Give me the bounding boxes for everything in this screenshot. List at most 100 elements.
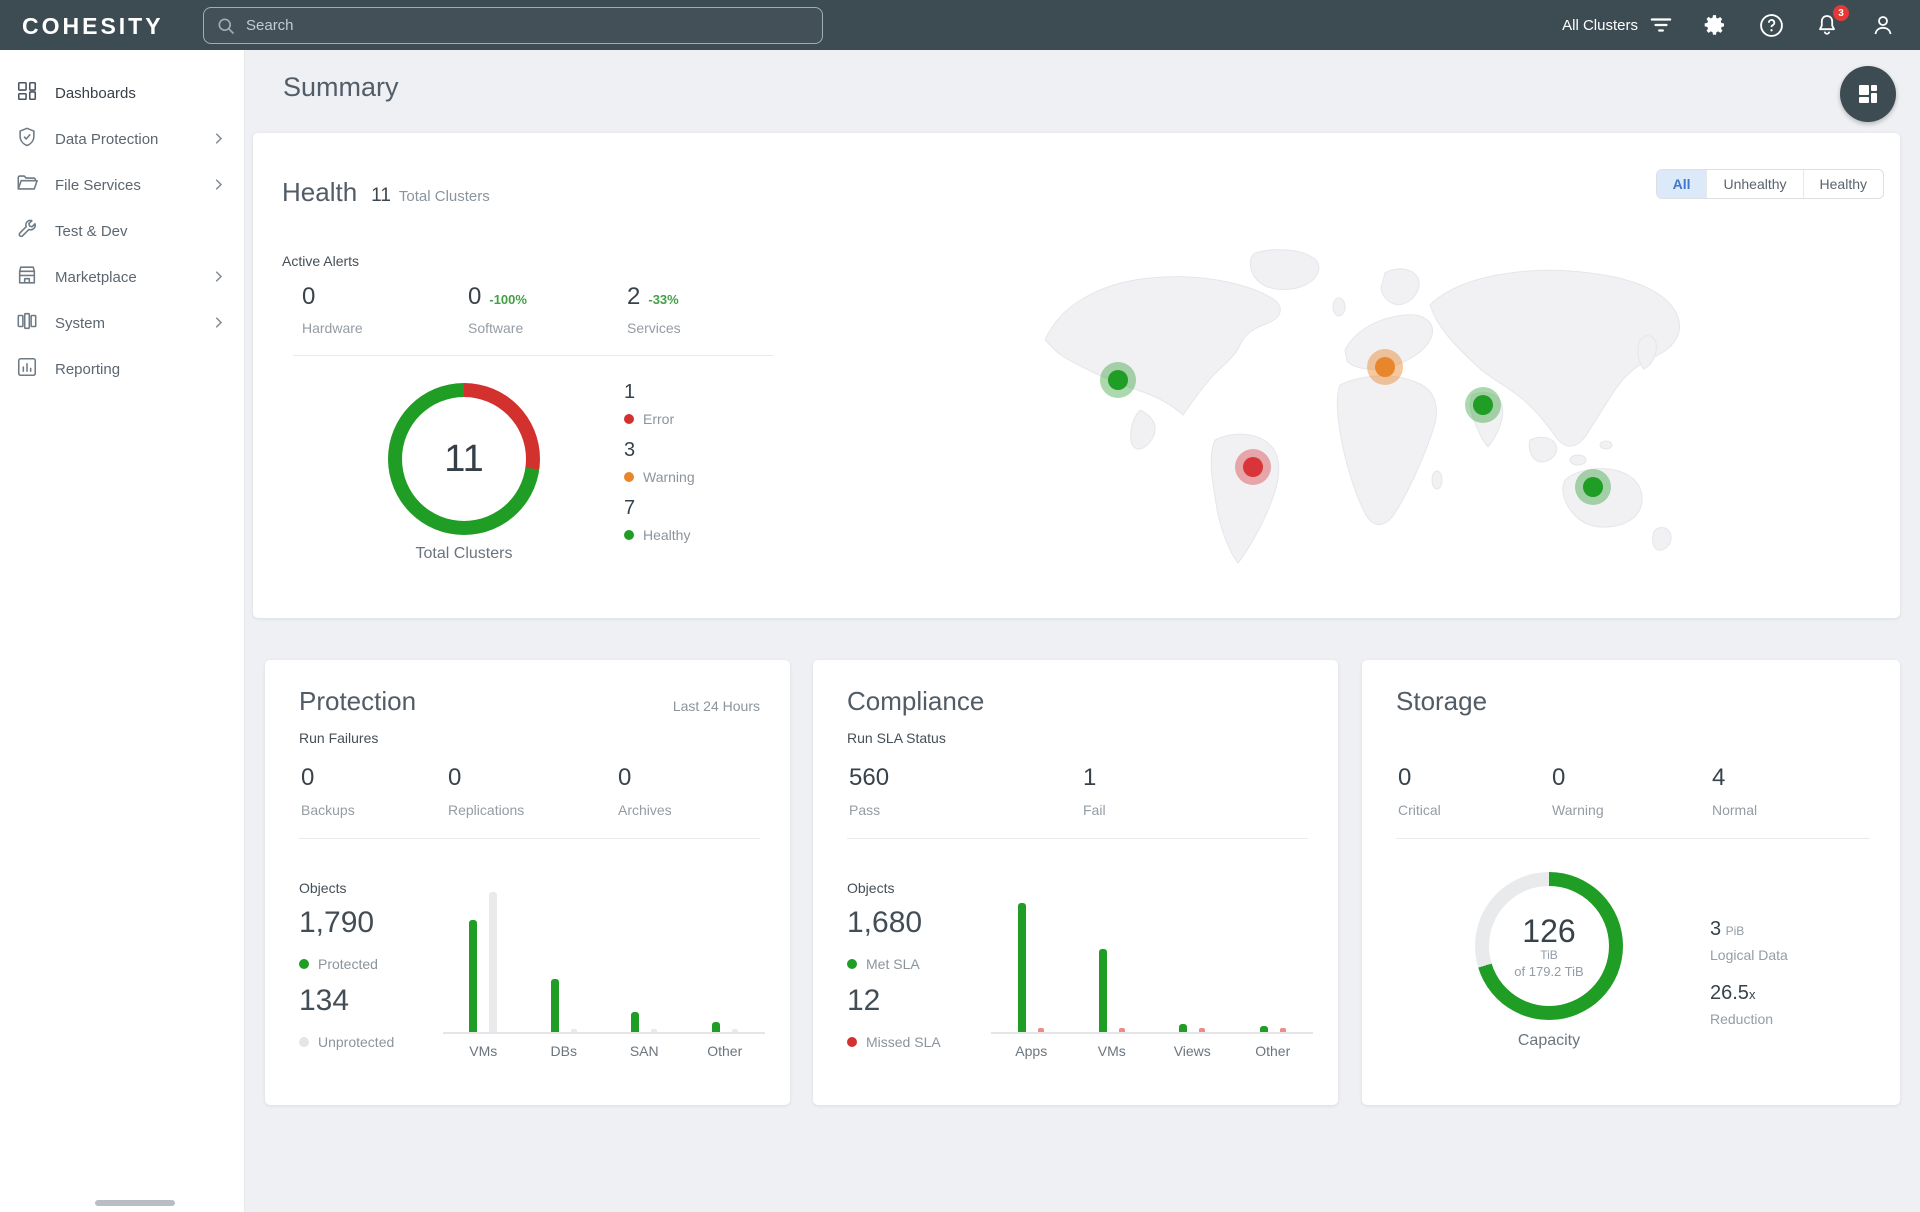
search-input[interactable] (246, 17, 766, 34)
missed-sla-bar (1199, 1028, 1205, 1032)
dashboard-layout-button[interactable] (1840, 66, 1896, 122)
run-failures-label: Run Failures (299, 730, 378, 746)
bar-chart-icon (16, 356, 38, 382)
help-icon[interactable] (1758, 12, 1784, 38)
met-sla-bar (1260, 1026, 1268, 1032)
notifications-bell-icon[interactable]: 3 (1814, 12, 1840, 38)
bar-group-apps (999, 892, 1063, 1032)
x-label-other: Other (693, 1043, 757, 1059)
sidebar-item-data-protection[interactable]: Data Protection (0, 116, 244, 162)
dashboards-icon (16, 80, 38, 106)
storage-card: Storage 0 Critical 0 Warning 4 Normal 12… (1362, 660, 1900, 1105)
legend-count: 3 (624, 439, 695, 462)
sidebar-item-label: Marketplace (55, 269, 137, 286)
x-label-san: SAN (612, 1043, 676, 1059)
x-label-vms: VMs (1080, 1043, 1144, 1059)
stat-label: Normal (1712, 802, 1757, 818)
cluster-marker-south-asia[interactable] (1465, 387, 1501, 423)
stat-pass: 560 Pass (849, 764, 889, 818)
protected-bar (551, 979, 559, 1032)
protected-dot-icon (299, 959, 309, 969)
reduction-stat: 26.5x Reduction (1710, 982, 1773, 1027)
bar-group-other (693, 892, 757, 1032)
cluster-selector-label: All Clusters (1562, 17, 1638, 34)
missed-sla-count: 12 (847, 984, 880, 1018)
health-card: Health 11 Total Clusters All Unhealthy H… (253, 133, 1900, 618)
cluster-marker-europe[interactable] (1367, 349, 1403, 385)
unprotected-label: Unprotected (318, 1034, 394, 1050)
cluster-marker-core (1583, 477, 1603, 497)
cluster-marker-south-america[interactable] (1235, 449, 1271, 485)
stat-value: 0 (301, 764, 355, 792)
compliance-card-title: Compliance (847, 686, 984, 717)
settings-gear-icon[interactable] (1702, 12, 1728, 38)
alert-value: 0 (468, 283, 481, 311)
shield-check-icon (16, 126, 38, 152)
stat-backups: 0 Backups (301, 764, 355, 818)
stat-value: 4 (1712, 764, 1757, 792)
active-alerts-label: Active Alerts (282, 253, 359, 269)
health-total-label: Total Clusters (399, 188, 490, 205)
capacity-used-unit: TiB (1540, 948, 1558, 962)
alert-stat-hardware: 0 Hardware (302, 283, 452, 336)
clusters-donut-chart: 11 (388, 383, 540, 535)
chevron-right-icon (211, 131, 226, 150)
divider (847, 838, 1308, 839)
sidebar-item-label: Dashboards (55, 85, 136, 102)
chevron-right-icon (211, 177, 226, 196)
stat-label: Replications (448, 802, 524, 818)
clusters-donut-center: 11 (402, 397, 526, 521)
alert-stat-services: 2-33% Services (627, 283, 777, 336)
divider (1396, 838, 1870, 839)
cluster-marker-north-america-west[interactable] (1100, 362, 1136, 398)
world-map-image (1040, 245, 1680, 570)
legend-label: Error (643, 411, 674, 427)
sidebar-item-dashboards[interactable]: Dashboards (0, 70, 244, 116)
top-bar: COHESITY All Clusters 3 (0, 0, 1920, 50)
capacity-donut-caption: Capacity (1475, 1032, 1623, 1050)
stat-fail: 1 Fail (1083, 764, 1106, 818)
missed-sla-bar (1119, 1028, 1125, 1032)
sidebar-item-reporting[interactable]: Reporting (0, 346, 244, 392)
alert-label: Services (627, 320, 777, 336)
user-account-icon[interactable] (1870, 12, 1896, 38)
notification-badge: 3 (1833, 5, 1849, 21)
x-label-other: Other (1241, 1043, 1305, 1059)
sidebar-item-marketplace[interactable]: Marketplace (0, 254, 244, 300)
met-sla-label: Met SLA (866, 956, 920, 972)
cohesity-logo: COHESITY (22, 13, 164, 40)
x-label-apps: Apps (999, 1043, 1063, 1059)
page-title: Summary (283, 72, 399, 103)
chevron-right-icon (211, 315, 226, 334)
logical-data-stat: 3 PiB Logical Data (1710, 918, 1788, 963)
alert-delta: -100% (489, 292, 527, 307)
compliance-objects-chart: Apps VMs Views Other (991, 892, 1313, 1059)
stat-value: 0 (1552, 764, 1604, 792)
filter-tab-unhealthy[interactable]: Unhealthy (1706, 170, 1802, 198)
filter-tab-healthy[interactable]: Healthy (1803, 170, 1883, 198)
search-box[interactable] (203, 7, 823, 44)
x-label-views: Views (1160, 1043, 1224, 1059)
system-icon (16, 310, 38, 336)
stat-critical: 0 Critical (1398, 764, 1441, 818)
search-icon (216, 16, 236, 36)
missed-sla-legend: Missed SLA (847, 1034, 941, 1050)
protected-count: 1,790 (299, 906, 374, 940)
sidebar-item-file-services[interactable]: File Services (0, 162, 244, 208)
sidebar-item-system[interactable]: System (0, 300, 244, 346)
cluster-selector[interactable]: All Clusters (1562, 16, 1672, 34)
cluster-marker-australia[interactable] (1575, 469, 1611, 505)
sidebar: Dashboards Data Protection File Services… (0, 50, 245, 1212)
logical-data-label: Logical Data (1710, 947, 1788, 963)
sidebar-item-test-and-dev[interactable]: Test & Dev (0, 208, 244, 254)
capacity-total: of 179.2 TiB (1514, 964, 1583, 979)
folder-icon (16, 172, 38, 198)
horizontal-scrollbar-thumb[interactable] (95, 1200, 175, 1206)
stat-label: Archives (618, 802, 672, 818)
storage-card-title: Storage (1396, 686, 1487, 717)
filter-tab-all[interactable]: All (1657, 170, 1707, 198)
unprotected-bar (732, 1029, 738, 1032)
protection-objects-label: Objects (299, 880, 346, 896)
missed-sla-dot-icon (847, 1037, 857, 1047)
missed-sla-bar (1280, 1028, 1286, 1032)
